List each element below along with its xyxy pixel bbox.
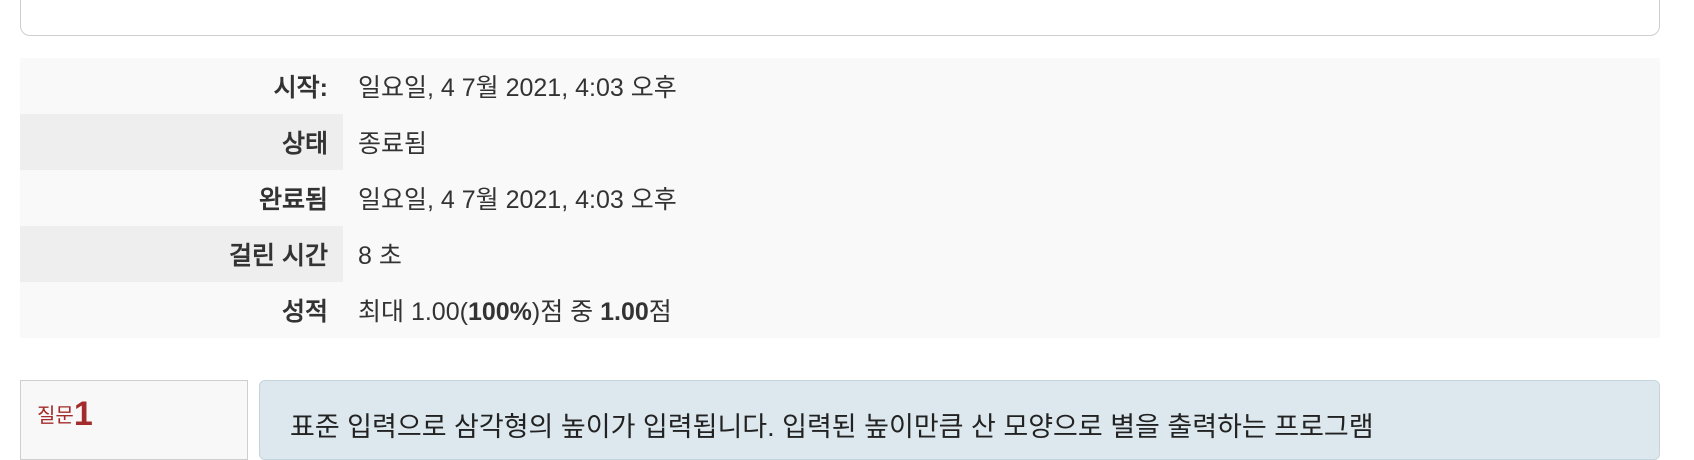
- summary-row-completed: 완료됨 일요일, 4 7월 2021, 4:03 오후: [20, 170, 1660, 226]
- summary-row-grade: 성적 최대 1.00(100%)점 중 1.00점: [20, 282, 1660, 338]
- question-text: 표준 입력으로 삼각형의 높이가 입력됩니다. 입력된 높이만큼 산 모양으로 …: [290, 412, 1374, 442]
- time-taken-value: 8 초: [343, 226, 1660, 282]
- quiz-attempt-summary-table: 시작: 일요일, 4 7월 2021, 4:03 오후 상태 종료됨 완료됨 일…: [20, 58, 1660, 338]
- previous-content-panel: [20, 0, 1660, 36]
- state-value: 종료됨: [343, 114, 1660, 170]
- summary-row-started: 시작: 일요일, 4 7월 2021, 4:03 오후: [20, 58, 1660, 114]
- question-text-box: 표준 입력으로 삼각형의 높이가 입력됩니다. 입력된 높이만큼 산 모양으로 …: [259, 380, 1660, 460]
- grade-value: 최대 1.00(100%)점 중 1.00점: [343, 282, 1660, 338]
- grade-score: 1.00: [600, 298, 649, 326]
- summary-row-state: 상태 종료됨: [20, 114, 1660, 170]
- grade-label: 성적: [20, 282, 343, 338]
- summary-row-time-taken: 걸린 시간 8 초: [20, 226, 1660, 282]
- state-label: 상태: [20, 114, 343, 170]
- completed-label: 완료됨: [20, 170, 343, 226]
- grade-suffix: 점: [648, 298, 672, 326]
- time-taken-label: 걸린 시간: [20, 226, 343, 282]
- grade-max-percent: 100%: [467, 298, 532, 326]
- question-label: 질문: [37, 405, 74, 427]
- grade-middle: )점 중: [531, 298, 601, 326]
- question-number: 1: [73, 395, 93, 433]
- started-label: 시작:: [20, 58, 343, 114]
- completed-value: 일요일, 4 7월 2021, 4:03 오후: [343, 170, 1660, 226]
- started-value: 일요일, 4 7월 2021, 4:03 오후: [343, 58, 1660, 114]
- grade-prefix: 최대 1.00(: [358, 298, 468, 326]
- question-info-box: 질문1: [20, 380, 248, 460]
